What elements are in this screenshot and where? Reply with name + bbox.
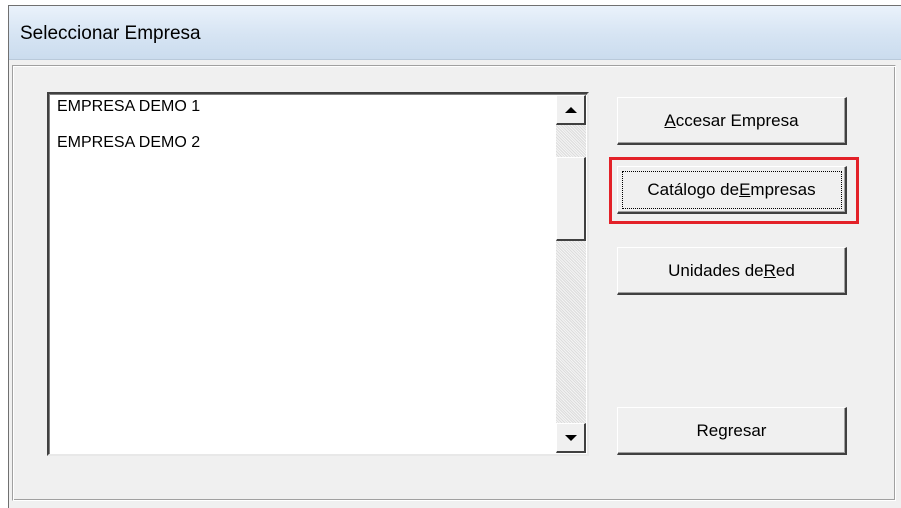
company-catalog-label-post: mpresas — [750, 179, 816, 199]
list-item-company-1[interactable]: EMPRESA DEMO 1 — [53, 96, 557, 132]
vertical-scrollbar[interactable] — [556, 95, 586, 453]
company-catalog-button[interactable]: Catálogo de Empresas — [617, 166, 847, 214]
network-drives-label-pre: Unidades de — [668, 260, 764, 280]
scrollbar-thumb[interactable] — [556, 157, 586, 241]
scroll-down-button[interactable] — [556, 423, 586, 453]
back-button[interactable]: Regresar — [617, 407, 847, 455]
triangle-up-icon — [564, 106, 577, 113]
access-company-button[interactable]: Accesar Empresa — [617, 97, 847, 145]
back-label: Regresar — [696, 420, 767, 440]
company-listbox[interactable]: EMPRESA DEMO 1 EMPRESA DEMO 2 — [47, 92, 589, 456]
list-item-company-2[interactable]: EMPRESA DEMO 2 — [53, 132, 557, 168]
scroll-up-button[interactable] — [556, 95, 586, 125]
triangle-down-icon — [564, 434, 577, 441]
window-title: Seleccionar Empresa — [20, 23, 201, 44]
network-drives-label-post: ed — [775, 260, 795, 280]
access-company-label-post: ccesar Empresa — [675, 110, 799, 130]
company-catalog-label-pre: Catálogo de — [647, 179, 740, 199]
network-drives-button[interactable]: Unidades de Red — [617, 247, 847, 295]
access-company-label-key: A — [664, 110, 676, 130]
title-bar[interactable]: Seleccionar Empresa — [9, 6, 901, 60]
network-drives-label-key: R — [763, 260, 776, 280]
company-catalog-label-key: E — [739, 179, 751, 199]
company-list-items: EMPRESA DEMO 1 EMPRESA DEMO 2 — [53, 96, 557, 168]
